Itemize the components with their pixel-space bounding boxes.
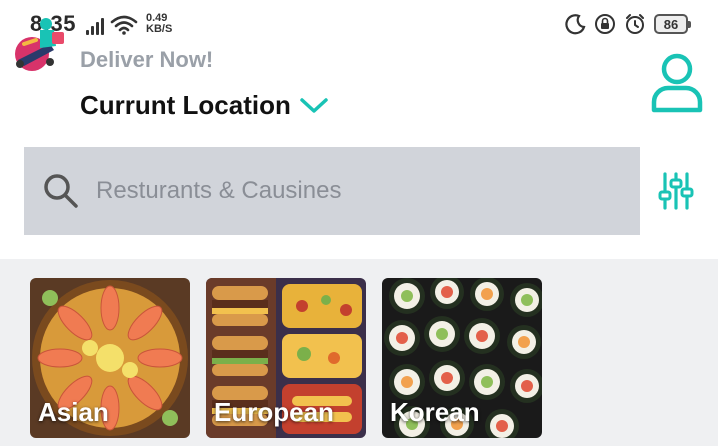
status-icons-right: 86 [564, 11, 691, 37]
wifi-icon [110, 15, 138, 35]
search-bar[interactable] [24, 147, 640, 235]
category-label: Korean [390, 397, 480, 427]
category-card-asian[interactable]: Asian [30, 278, 190, 438]
category-card-european[interactable]: European [206, 278, 366, 438]
user-profile-icon[interactable] [650, 52, 704, 114]
screen-lock-icon [595, 14, 615, 34]
deliver-now-label: Deliver Now! [80, 47, 214, 72]
category-label: European [214, 397, 334, 427]
alarm-icon [626, 14, 644, 34]
delivery-logo-icon [15, 18, 64, 71]
signal-icon [86, 17, 104, 35]
status-icons-left: 0.49 KB/S [86, 13, 172, 35]
location-selector[interactable]: Currunt Location [80, 90, 329, 121]
battery-icon: 86 [654, 14, 691, 34]
filter-sliders-icon[interactable] [658, 172, 694, 210]
battery-level: 86 [663, 16, 679, 32]
search-icon [44, 174, 78, 208]
location-label: Currunt Location [80, 90, 291, 120]
chevron-down-icon [300, 97, 328, 113]
moon-icon [565, 14, 586, 35]
category-card-korean[interactable]: Korean [382, 278, 542, 438]
category-label: Asian [38, 397, 109, 427]
network-speed: 0.49 KB/S [146, 13, 172, 35]
network-speed-unit: KB/S [146, 23, 173, 35]
search-input[interactable] [96, 147, 626, 235]
